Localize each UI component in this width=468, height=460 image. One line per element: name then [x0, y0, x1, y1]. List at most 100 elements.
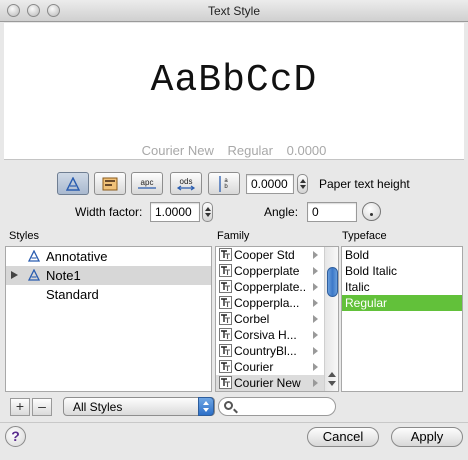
angle-field[interactable] [307, 202, 357, 222]
scroll-down-arrow-icon[interactable] [328, 381, 336, 386]
family-name: Courier [234, 360, 274, 374]
family-header: Family [217, 230, 250, 242]
family-name: Copperpla... [234, 296, 300, 310]
family-name: Cooper Std [234, 248, 295, 262]
annotative-icon [28, 269, 40, 281]
width-factor-stepper[interactable] [202, 202, 213, 222]
typeface-item[interactable]: Bold [342, 247, 462, 263]
family-list[interactable]: Cooper Std Copperplate Copperplate... Coppe… [215, 246, 339, 392]
preview-font-name: Courier New [141, 143, 214, 158]
styles-list[interactable]: Annotative Note1 Standard [5, 246, 212, 392]
annotative-icon [28, 250, 40, 262]
typeface-header: Typeface [342, 230, 387, 242]
style-name: Note1 [46, 268, 81, 283]
truetype-font-icon [219, 360, 232, 373]
background-mask-button[interactable] [94, 172, 126, 195]
family-name: Copperplate... [234, 280, 306, 294]
family-item[interactable]: Cooper Std [216, 247, 338, 263]
submenu-arrow-icon [313, 347, 318, 355]
family-name: Corsiva H... [234, 328, 297, 342]
submenu-arrow-icon [313, 379, 318, 387]
paper-text-height-stepper[interactable] [297, 174, 308, 194]
family-item[interactable]: Copperplate [216, 263, 338, 279]
styles-header: Styles [9, 230, 39, 242]
preview-font-info: Courier New Regular 0.0000 [4, 143, 464, 158]
submenu-arrow-icon [313, 283, 318, 291]
background-mask-icon [102, 177, 118, 190]
truetype-font-icon [219, 344, 232, 357]
truetype-font-icon [219, 312, 232, 325]
annotative-button[interactable] [57, 172, 89, 195]
svg-text:ods: ods [180, 177, 193, 186]
family-item[interactable]: Corbel [216, 311, 338, 327]
typeface-item[interactable]: Bold Italic [342, 263, 462, 279]
typeface-item[interactable]: Regular [342, 295, 462, 311]
style-name: Annotative [46, 249, 108, 264]
family-scrollbar[interactable] [324, 247, 338, 391]
style-name: Standard [46, 287, 99, 302]
submenu-arrow-icon [313, 315, 318, 323]
svg-text:apc: apc [141, 178, 154, 187]
style-item-annotative[interactable]: Annotative [6, 247, 211, 266]
typeface-item[interactable]: Italic [342, 279, 462, 295]
family-item[interactable]: CountryBl... [216, 343, 338, 359]
truetype-font-icon [219, 376, 232, 389]
svg-text:b: b [224, 184, 228, 190]
cancel-button[interactable]: Cancel [307, 427, 379, 447]
annotative-icon [66, 176, 80, 191]
popup-arrows-icon [198, 397, 214, 416]
style-filter-value: All Styles [73, 400, 123, 414]
scroll-up-arrow-icon[interactable] [328, 372, 336, 377]
preview-sample-text: AaBbCcD [150, 59, 318, 102]
upside-down-icon: apc [138, 178, 156, 189]
submenu-arrow-icon [313, 299, 318, 307]
family-item[interactable]: Copperpla... [216, 295, 338, 311]
family-name: Corbel [234, 312, 270, 326]
title-bar: Text Style [0, 0, 468, 22]
backwards-button[interactable]: ods [170, 172, 202, 195]
family-item[interactable]: Courier [216, 359, 338, 375]
remove-style-button[interactable]: – [32, 398, 52, 416]
family-item[interactable]: Courier New [216, 375, 338, 391]
family-search-input[interactable] [237, 399, 331, 414]
family-search[interactable] [218, 397, 336, 416]
vertical-text-button[interactable]: a b [208, 172, 240, 195]
footer-divider [0, 422, 468, 423]
width-factor-field[interactable] [150, 202, 200, 222]
submenu-arrow-icon [313, 331, 318, 339]
family-name: CountryBl... [234, 344, 297, 358]
apply-button[interactable]: Apply [391, 427, 463, 447]
submenu-arrow-icon [313, 267, 318, 275]
family-item[interactable]: Corsiva H... [216, 327, 338, 343]
preview-font-size: 0.0000 [286, 143, 327, 158]
text-preview: AaBbCcD Courier New Regular 0.0000 [4, 23, 464, 160]
truetype-font-icon [219, 264, 232, 277]
submenu-arrow-icon [313, 363, 318, 371]
style-item-note1[interactable]: Note1 [6, 266, 211, 285]
truetype-font-icon [219, 328, 232, 341]
paper-text-height-field[interactable] [246, 174, 294, 194]
backwards-icon: ods [176, 177, 196, 190]
style-filter-popup[interactable]: All Styles [63, 397, 215, 416]
upside-down-button[interactable]: apc [131, 172, 163, 195]
angle-dial[interactable] [362, 202, 381, 221]
angle-label: Angle: [264, 205, 299, 219]
width-factor-label: Width factor: [75, 205, 143, 219]
family-item[interactable]: Copperplate... [216, 279, 338, 295]
truetype-font-icon [219, 280, 232, 293]
family-name: Courier New [234, 376, 301, 390]
family-scroll-thumb[interactable] [327, 267, 338, 297]
disclosure-triangle-icon[interactable] [11, 271, 18, 279]
preview-font-style: Regular [227, 143, 273, 158]
submenu-arrow-icon [313, 251, 318, 259]
style-item-standard[interactable]: Standard [6, 285, 211, 304]
vertical-text-icon: a b [219, 175, 228, 192]
typeface-list[interactable]: Bold Bold Italic Italic Regular [341, 246, 463, 392]
family-name: Copperplate [234, 264, 300, 278]
search-icon [224, 401, 233, 410]
add-style-button[interactable]: + [10, 398, 30, 416]
window-title: Text Style [207, 4, 261, 18]
paper-text-height-label: Paper text height [319, 177, 410, 191]
help-button[interactable]: ? [5, 426, 26, 447]
truetype-font-icon [219, 248, 232, 261]
